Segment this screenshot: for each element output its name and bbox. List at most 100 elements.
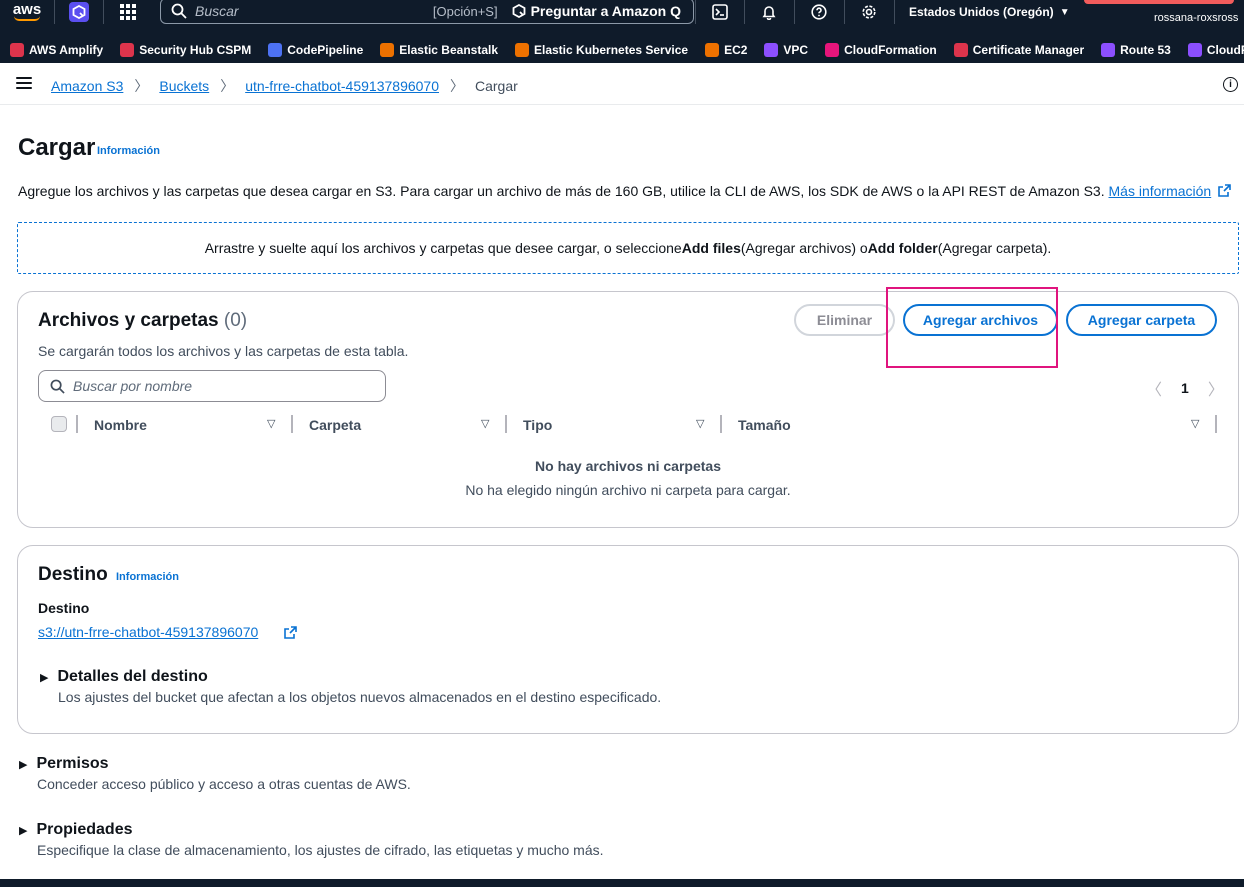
external-link-icon (1218, 184, 1231, 197)
service-icon (953, 43, 968, 57)
settings-button[interactable] (844, 0, 892, 24)
column-divider (1215, 415, 1217, 433)
page-title: Cargar (18, 134, 96, 161)
service-icon (120, 43, 135, 57)
column-header-carpeta[interactable]: Carpeta (309, 417, 361, 433)
files-title-text: Archivos y carpetas (38, 310, 219, 331)
chevron-right-icon: 〉 (134, 78, 149, 94)
ask-amazon-q-label: Preguntar a Amazon Q (530, 3, 681, 19)
favorite-label: Certificate Manager (972, 43, 1085, 57)
favorite-item[interactable]: CodePipeline (268, 43, 363, 57)
favorite-label: CodePipeline (287, 43, 364, 57)
files-search[interactable]: Buscar por nombre (38, 370, 386, 402)
destination-info-link[interactable]: Información (116, 571, 179, 583)
terminal-icon (711, 4, 728, 20)
sort-icon[interactable]: ▽ (1191, 417, 1199, 430)
favorite-label: Elastic Beanstalk (399, 43, 498, 57)
favorite-label: CloudFormation (844, 43, 937, 57)
properties-expander[interactable]: ▶ Propiedades (19, 821, 133, 839)
dropzone-add-files: Add files (681, 240, 741, 256)
current-page[interactable]: 1 (1181, 380, 1189, 396)
previous-page-icon[interactable]: 〈 (1146, 376, 1162, 400)
cloudshell-button[interactable] (695, 0, 743, 24)
amazon-q-button[interactable] (55, 0, 103, 24)
service-icon (515, 43, 529, 57)
service-icon (10, 43, 24, 57)
favorite-item[interactable]: Elastic Kubernetes Service (515, 43, 688, 57)
notifications-button[interactable] (744, 0, 792, 24)
destination-details-desc: Los ajustes del bucket que afectan a los… (58, 689, 662, 705)
dropzone-text: Arrastre y suelte aquí los archivos y ca… (204, 240, 682, 256)
files-count: (0) (223, 310, 248, 331)
files-table-header: Nombre ▽ Carpeta ▽ Tipo ▽ Tamaño ▽ (38, 412, 1218, 438)
page-description: Agregue los archivos y las carpetas que … (18, 183, 1231, 199)
permissions-desc: Conceder acceso público y acceso a otras… (37, 776, 411, 792)
pagination: 〈 1 〉 (1146, 376, 1224, 400)
caret-right-icon: ▶ (19, 758, 28, 771)
favorites-bar-top (0, 24, 1244, 37)
region-label: Estados Unidos (Oregón) (909, 5, 1054, 19)
favorite-item[interactable]: Elastic Beanstalk (380, 43, 498, 57)
service-icon (705, 43, 720, 57)
account-username: rossana-roxsross (1154, 12, 1239, 24)
help-icon (810, 4, 827, 20)
select-all-checkbox[interactable] (51, 416, 67, 432)
favorite-item[interactable]: CloudFront (1187, 43, 1244, 57)
permissions-expander[interactable]: ▶ Permisos (19, 755, 109, 773)
page-description-text: Agregue los archivos y las carpetas que … (18, 183, 1105, 199)
favorite-item[interactable]: Route 53 (1101, 43, 1171, 57)
favorite-item[interactable]: Certificate Manager (953, 43, 1085, 57)
ask-amazon-q-button[interactable]: Preguntar a Amazon Q (512, 3, 681, 19)
favorite-item[interactable]: VPC (764, 43, 808, 57)
account-color-badge (1084, 0, 1234, 4)
global-search-input[interactable]: Buscar (195, 3, 433, 19)
column-header-nombre[interactable]: Nombre (94, 417, 147, 433)
column-header-tamano[interactable]: Tamaño (738, 417, 791, 433)
delete-button[interactable]: Eliminar (794, 304, 895, 336)
breadcrumb-buckets[interactable]: Buckets (159, 78, 209, 94)
dropzone-text-mid: (Agregar archivos) o (740, 240, 868, 256)
favorite-item[interactable]: EC2 (705, 43, 747, 57)
caret-down-icon: ▼ (1059, 6, 1070, 18)
sort-icon[interactable]: ▽ (696, 417, 704, 430)
upload-dropzone[interactable]: Arrastre y suelte aquí los archivos y ca… (17, 222, 1239, 274)
hamburger-menu-icon[interactable] (16, 77, 32, 91)
services-menu-button[interactable] (104, 0, 152, 24)
favorite-label: EC2 (724, 43, 748, 57)
highlight-annotation (886, 287, 1058, 368)
info-icon[interactable]: i (1223, 77, 1238, 92)
favorite-label: AWS Amplify (29, 43, 104, 57)
permissions-title: Permisos (36, 755, 109, 772)
more-info-link[interactable]: Más información (1109, 183, 1212, 199)
destination-details-expander[interactable]: ▶ Detalles del destino (40, 668, 208, 686)
empty-state-title: No hay archivos ni carpetas (535, 458, 721, 474)
favorite-item[interactable]: AWS Amplify (10, 43, 103, 57)
dropzone-text-end: (Agregar carpeta). (937, 240, 1052, 256)
service-icon (1187, 43, 1202, 57)
next-page-icon[interactable]: 〉 (1208, 376, 1224, 400)
favorite-item[interactable]: Security Hub CSPM (120, 43, 251, 57)
account-menu[interactable]: rossana-roxsross (1084, 0, 1244, 24)
page-info-link[interactable]: Información (97, 145, 160, 157)
sort-icon[interactable]: ▽ (267, 417, 275, 430)
aws-logo[interactable]: aws (0, 0, 54, 24)
sort-icon[interactable]: ▽ (481, 417, 489, 430)
add-folder-button[interactable]: Agregar carpeta (1066, 304, 1217, 336)
files-subtitle: Se cargarán todos los archivos y las car… (38, 343, 409, 359)
caret-right-icon: ▶ (40, 671, 49, 684)
global-search[interactable]: Buscar [Opción+S] Preguntar a Amazon Q (160, 0, 694, 24)
help-button[interactable] (794, 0, 842, 24)
favorite-item[interactable]: CloudFormation (825, 43, 937, 57)
grid-icon (120, 4, 136, 20)
column-header-tipo[interactable]: Tipo (523, 417, 552, 433)
breadcrumb-bucket[interactable]: utn-frre-chatbot-459137896070 (245, 78, 439, 94)
destination-uri-link[interactable]: s3://utn-frre-chatbot-459137896070 (38, 624, 258, 640)
region-selector[interactable]: Estados Unidos (Oregón) ▼ (894, 0, 1084, 24)
chevron-right-icon: 〉 (450, 78, 464, 94)
destination-label: Destino (38, 600, 90, 616)
breadcrumb-amazon-s3[interactable]: Amazon S3 (51, 78, 123, 94)
files-search-input[interactable]: Buscar por nombre (73, 378, 192, 394)
breadcrumb-bar: Amazon S3 〉 Buckets 〉 utn-frre-chatbot-4… (0, 63, 1244, 105)
favorites-bar: AWS Amplify Security Hub CSPM CodePipeline… (0, 37, 1244, 63)
column-divider (76, 415, 78, 433)
